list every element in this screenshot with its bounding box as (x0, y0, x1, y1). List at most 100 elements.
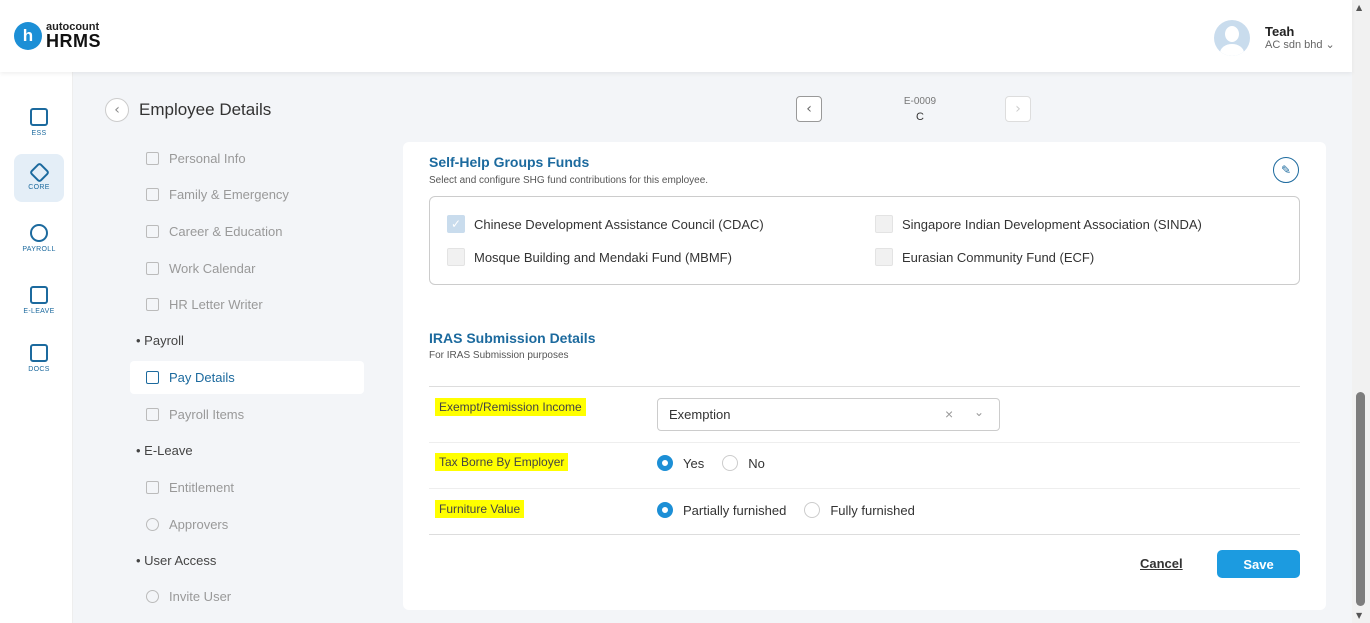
menu-item-pay-details[interactable]: Pay Details (130, 361, 364, 394)
module-rail: ESS CORE PAYROLL E-LEAVE DOCS (0, 72, 73, 623)
tax-borne-label: Tax Borne By Employer (435, 453, 569, 471)
rail-label: CORE (28, 184, 50, 191)
checkbox-label: Singapore Indian Development Association… (902, 216, 1202, 232)
scroll-down-icon[interactable]: ▼ (1356, 611, 1362, 620)
checkbox-label: Mosque Building and Mendaki Fund (MBMF) (474, 249, 732, 265)
exempt-remission-select[interactable]: Exemption × ⌄ (657, 398, 1000, 431)
checkbox[interactable]: ✓ (447, 215, 465, 233)
next-employee-button[interactable]: › (1005, 96, 1031, 122)
pay-details-card: Self-Help Groups Funds Select and config… (403, 142, 1326, 610)
menu-item-approvers[interactable]: Approvers (130, 508, 364, 541)
menu-label: Work Calendar (169, 261, 256, 276)
rail-item-ess[interactable]: ESS (14, 98, 64, 146)
radio-label: Partially furnished (683, 502, 787, 518)
menu-item-invite-user[interactable]: Invite User (130, 580, 364, 613)
menu-label: Career & Education (169, 224, 283, 239)
shg-option-ecf[interactable]: Eurasian Community Fund (ECF) (875, 248, 1094, 266)
dollar-icon (30, 223, 48, 242)
divider (429, 488, 1300, 489)
scroll-up-icon[interactable]: ▲ (1356, 3, 1362, 12)
furniture-value-label: Furniture Value (435, 500, 525, 518)
menu-section-payroll: • Payroll (136, 333, 184, 348)
rail-item-payroll[interactable]: PAYROLL (14, 214, 64, 262)
save-button[interactable]: Save (1217, 550, 1300, 578)
payroll-items-icon (146, 408, 159, 421)
app-logo[interactable]: h autocount HRMS (14, 22, 101, 50)
menu-label: Family & Emergency (169, 187, 289, 202)
menu-label: Pay Details (169, 370, 235, 385)
shg-option-mbmf[interactable]: Mosque Building and Mendaki Fund (MBMF) (447, 248, 732, 266)
checkbox[interactable] (447, 248, 465, 266)
letter-icon (146, 298, 159, 311)
select-value: Exemption (669, 407, 731, 422)
rail-label: DOCS (28, 365, 50, 373)
page-scrollbar[interactable]: ▲ ▼ (1352, 0, 1370, 623)
app-header: h autocount HRMS Teah AC sdn bhd ⌄ (0, 0, 1352, 72)
fully-furnished-radio[interactable] (804, 502, 821, 518)
radio-label: No (748, 455, 765, 471)
rail-item-docs[interactable]: DOCS (14, 334, 64, 382)
cube-icon (28, 161, 50, 184)
employee-navigator: ‹ E-0009 C › (796, 96, 1036, 126)
avatar (1214, 20, 1250, 56)
ess-icon (30, 107, 48, 126)
rail-label: E-LEAVE (23, 307, 55, 315)
divider (429, 386, 1300, 387)
logo-big-text: HRMS (46, 31, 101, 51)
calendar-icon (30, 285, 48, 304)
menu-label: Personal Info (169, 151, 246, 166)
iras-section-subtitle: For IRAS Submission purposes (429, 350, 569, 361)
divider (429, 442, 1300, 443)
cancel-button[interactable]: Cancel (1140, 556, 1183, 571)
radio-label: Fully furnished (830, 502, 915, 518)
page-title: Employee Details (139, 100, 272, 119)
rail-item-eleave[interactable]: E-LEAVE (14, 276, 64, 324)
logo-mark: h (14, 22, 42, 50)
edit-button[interactable]: ✎ (1273, 157, 1299, 183)
shg-section-subtitle: Select and configure SHG fund contributi… (429, 175, 709, 186)
menu-item-personal-info[interactable]: Personal Info (130, 142, 364, 175)
rail-label: PAYROLL (22, 245, 56, 253)
user-menu[interactable]: Teah AC sdn bhd ⌄ (1214, 20, 1335, 56)
entitlement-icon (146, 481, 159, 494)
tax-borne-radio-group: Yes No (657, 455, 783, 471)
menu-label: Approvers (169, 517, 229, 532)
checkbox-label: Eurasian Community Fund (ECF) (902, 249, 1095, 265)
menu-label: HR Letter Writer (169, 297, 263, 312)
back-button[interactable]: ‹ (105, 98, 129, 122)
person-icon (146, 518, 159, 531)
user-name: Teah (1265, 23, 1295, 39)
menu-item-hr-letter-writer[interactable]: HR Letter Writer (130, 288, 364, 321)
shg-options-box: ✓ Chinese Development Assistance Council… (429, 196, 1300, 285)
iras-section-title: IRAS Submission Details (429, 330, 596, 346)
scroll-thumb[interactable] (1356, 392, 1365, 606)
employee-code: E-0009 (903, 96, 937, 107)
employee-name: C (916, 111, 924, 123)
menu-section-eleave: • E-Leave (136, 443, 193, 458)
furniture-radio-group: Partially furnished Fully furnished (657, 502, 933, 518)
pencil-icon: ✎ (1280, 163, 1292, 177)
divider (429, 534, 1300, 535)
tax-borne-no-radio[interactable] (722, 455, 739, 471)
shg-option-cdac[interactable]: ✓ Chinese Development Assistance Council… (447, 215, 764, 233)
menu-item-work-calendar[interactable]: Work Calendar (130, 252, 364, 285)
shg-option-sinda[interactable]: Singapore Indian Development Association… (875, 215, 1202, 233)
menu-item-payroll-items[interactable]: Payroll Items (130, 398, 364, 431)
partially-furnished-radio[interactable] (657, 502, 673, 518)
menu-item-family-emergency[interactable]: Family & Emergency (130, 178, 364, 211)
prev-employee-button[interactable]: ‹ (796, 96, 822, 122)
menu-item-entitlement[interactable]: Entitlement (130, 471, 364, 504)
checkbox[interactable] (875, 215, 893, 233)
tax-borne-yes-radio[interactable] (657, 455, 673, 471)
menu-item-career-education[interactable]: Career & Education (130, 215, 364, 248)
clear-icon[interactable]: × (945, 406, 953, 422)
checkbox[interactable] (875, 248, 893, 266)
chevron-down-icon[interactable]: ⌄ (974, 405, 984, 419)
rail-item-core[interactable]: CORE (14, 154, 64, 202)
company-switcher[interactable]: AC sdn bhd ⌄ (1265, 39, 1335, 52)
rail-label: ESS (31, 129, 47, 137)
exempt-remission-label: Exempt/Remission Income (435, 398, 586, 416)
checkbox-label: Chinese Development Assistance Council (… (474, 216, 764, 232)
family-icon (146, 188, 159, 201)
shg-section-title: Self-Help Groups Funds (429, 154, 590, 170)
